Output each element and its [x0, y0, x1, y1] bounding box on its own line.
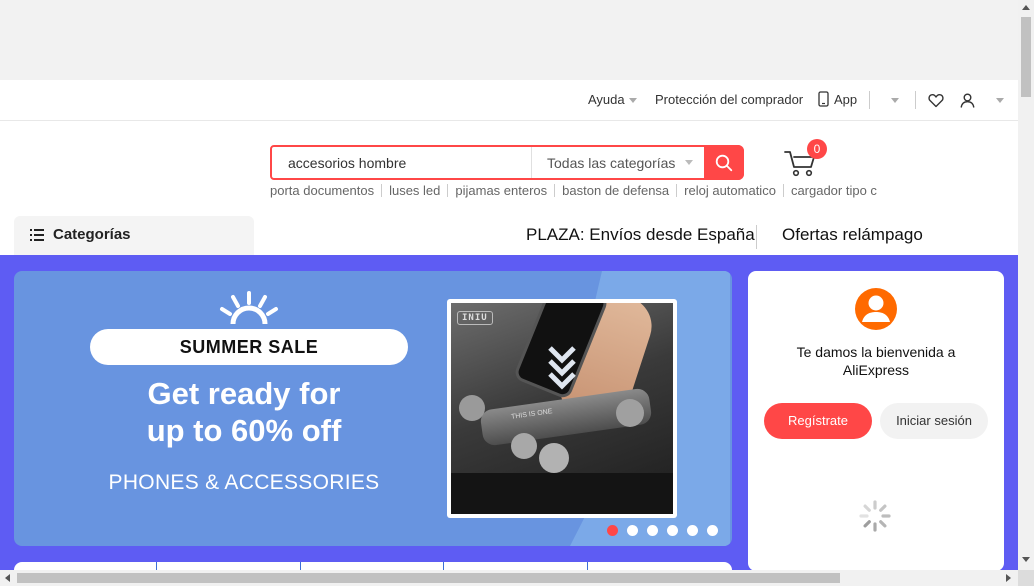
hero-banner[interactable]: SUMMER SALE Get ready for up to 60% off … — [14, 271, 732, 546]
divider — [869, 91, 870, 109]
account-user-icon[interactable] — [960, 93, 975, 108]
language-dropdown-icon[interactable] — [891, 98, 899, 103]
headline-line-1: Get ready for — [147, 376, 341, 411]
category-select[interactable]: Todas las categorías — [531, 147, 705, 178]
loading-spinner-icon — [859, 500, 891, 532]
holder-grip — [511, 433, 537, 459]
suggestion-link[interactable]: pijamas enteros — [455, 183, 547, 198]
cart-button[interactable]: 0 — [783, 139, 829, 181]
headline-line-2: up to 60% off — [146, 413, 342, 448]
sun-logo-icon — [220, 291, 278, 325]
banner-subhead: PHONES & ACCESSORIES — [108, 471, 380, 494]
divider — [756, 225, 757, 249]
welcome-line-1: Te damos la bienvenida a — [796, 344, 956, 360]
chevron-down-icon — [685, 160, 693, 165]
horizontal-scrollbar[interactable] — [0, 570, 1018, 586]
nav-plaza-link[interactable]: PLAZA: Envíos desde España — [526, 225, 755, 245]
product-brand-label: INIU — [457, 311, 493, 325]
phone-icon — [818, 91, 829, 107]
scroll-down-arrow-icon[interactable] — [1022, 557, 1030, 562]
avatar-icon — [855, 288, 897, 330]
categories-label: Categorías — [53, 226, 131, 243]
phone-holder-product-image: INIU THIS IS ONE — [451, 303, 673, 514]
app-link[interactable]: App — [818, 91, 857, 107]
carousel-dot[interactable] — [707, 525, 718, 536]
search-suggestions: porta documentos luses led pijamas enteros… — [270, 183, 877, 198]
utility-bar: Ayuda Protección del comprador App — [0, 80, 1018, 121]
cart-count-badge: 0 — [807, 139, 827, 159]
account-chevron-icon[interactable] — [996, 98, 1004, 103]
holder-grip — [539, 443, 569, 473]
scrollbar-corner — [1018, 570, 1034, 586]
register-button[interactable]: Regístrate — [764, 403, 872, 439]
car-vent — [451, 473, 673, 514]
search-button[interactable] — [704, 145, 744, 180]
carousel-dot[interactable] — [687, 525, 698, 536]
suggestion-link[interactable]: porta documentos — [270, 183, 374, 198]
categories-menu-button[interactable]: Categorías — [14, 216, 254, 255]
top-promo-area — [0, 0, 1018, 80]
scroll-right-arrow-icon[interactable] — [1006, 574, 1011, 582]
horizontal-scroll-thumb[interactable] — [17, 573, 840, 583]
chevron-arrows-icon — [548, 346, 576, 390]
product-image-card[interactable]: INIU THIS IS ONE — [447, 299, 677, 518]
suggestion-link[interactable]: baston de defensa — [562, 183, 669, 198]
vertical-scrollbar[interactable] — [1018, 0, 1034, 586]
summer-sale-pill: SUMMER SALE — [90, 329, 408, 365]
menu-list-icon — [30, 229, 44, 241]
vertical-scroll-thumb[interactable] — [1021, 17, 1031, 97]
scroll-up-arrow-icon[interactable] — [1022, 5, 1030, 10]
divider — [915, 91, 916, 109]
help-label: Ayuda — [588, 92, 625, 107]
welcome-card: Te damos la bienvenida a AliExpress Regí… — [748, 271, 1004, 571]
search-input[interactable] — [272, 147, 532, 178]
help-menu[interactable]: Ayuda — [588, 92, 637, 107]
search-icon — [715, 154, 733, 172]
suggestion-link[interactable]: reloj automatico — [684, 183, 776, 198]
suggestion-link[interactable]: cargador tipo c — [791, 183, 877, 198]
header: Todas las categorías porta documentos lus… — [0, 121, 1018, 255]
category-select-value: Todas las categorías — [547, 155, 676, 171]
holder-grip — [459, 395, 485, 421]
wishlist-heart-icon[interactable] — [928, 93, 944, 108]
carousel-dot[interactable] — [627, 525, 638, 536]
app-label: App — [834, 92, 858, 107]
welcome-text: Te damos la bienvenida a AliExpress — [748, 343, 1004, 379]
login-button[interactable]: Iniciar sesión — [880, 403, 988, 439]
buyer-protection-link[interactable]: Protección del comprador — [655, 92, 803, 107]
nav-flash-deals-link[interactable]: Ofertas relámpago — [782, 225, 923, 245]
holder-grip — [616, 399, 644, 427]
carousel-dot[interactable] — [647, 525, 658, 536]
banner-headline: Get ready for up to 60% off — [74, 375, 414, 449]
welcome-line-2: AliExpress — [842, 362, 910, 378]
carousel-dot[interactable] — [667, 525, 678, 536]
carousel-dot[interactable] — [607, 525, 618, 536]
suggestion-link[interactable]: luses led — [389, 183, 440, 198]
search-bar: Todas las categorías — [270, 145, 744, 180]
scroll-left-arrow-icon[interactable] — [5, 574, 10, 582]
chevron-down-icon — [628, 98, 637, 104]
